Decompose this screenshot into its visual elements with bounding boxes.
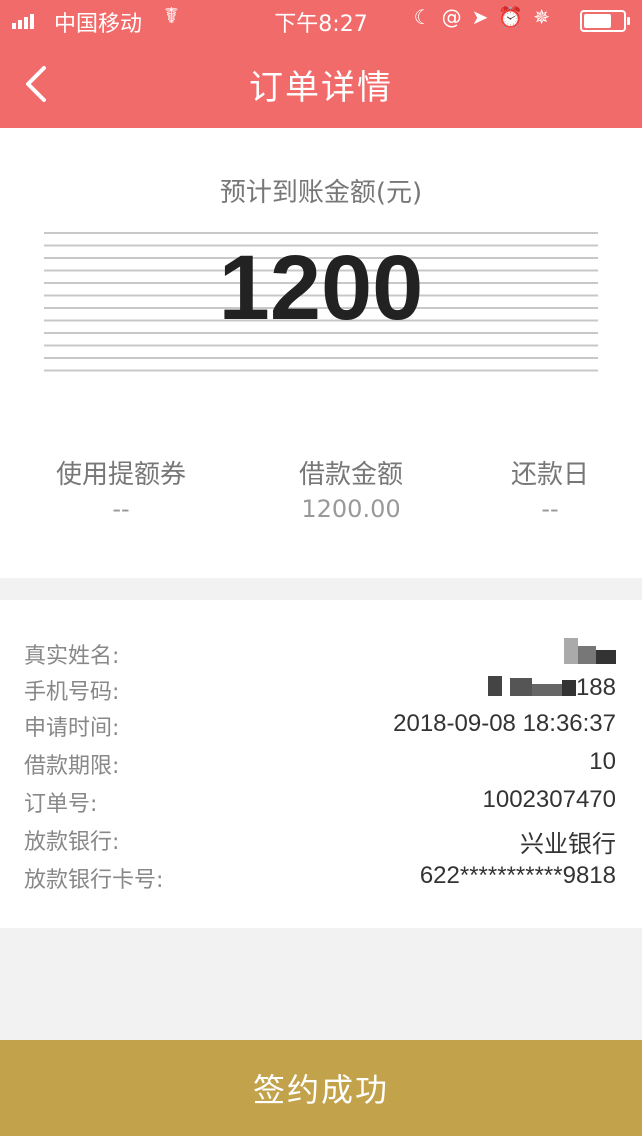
detail-value: 10 — [589, 748, 616, 775]
detail-key: 手机号码: — [24, 680, 120, 705]
phone-visible-digits: 188 — [575, 674, 616, 701]
mosaic-redaction — [487, 675, 576, 703]
detail-key: 申请时间: — [24, 716, 120, 741]
detail-row-order-no: 订单号: 1002307470 — [0, 786, 642, 824]
detail-key: 放款银行卡号: — [24, 868, 164, 893]
alarm-icon: ⏰ — [498, 5, 524, 29]
sign-success-button[interactable]: 签约成功 — [0, 1040, 642, 1136]
battery-level — [584, 14, 611, 28]
detail-row-card-no: 放款银行卡号: 622***********9818 — [0, 862, 642, 900]
expected-amount-label: 预计到账金额(元) — [219, 178, 423, 208]
coupon-info: 使用提额券 -- — [36, 454, 206, 523]
detail-card: 真实姓名: 手机号码: 188 申请时间: 2018-09-08 18:36:3… — [0, 600, 642, 928]
amount-card: 预计到账金额(元) 1200 使用提额券 -- 借款金额 1200.00 还款日… — [0, 128, 642, 578]
battery-icon — [580, 10, 630, 32]
mosaic-redaction — [564, 638, 616, 671]
at-icon: @ — [441, 5, 462, 29]
status-bar: 中国移动 ☤ 下午8:27 ☾ @ ➤ ⏰ ✵ — [0, 0, 642, 42]
detail-key: 放款银行: — [24, 830, 120, 855]
location-icon: ➤ — [471, 5, 489, 29]
repayment-date-value: -- — [541, 495, 559, 523]
loan-amount-value: 1200.00 — [301, 495, 401, 523]
detail-row-term: 借款期限: 10 — [0, 748, 642, 786]
detail-row-phone: 手机号码: 188 — [0, 674, 642, 712]
detail-value: 兴业银行 — [520, 831, 616, 858]
loan-amount-label: 借款金额 — [298, 460, 403, 490]
detail-value: 1002307470 — [482, 786, 616, 813]
detail-key: 真实姓名: — [24, 644, 120, 669]
expected-amount-value: 1200 — [218, 237, 424, 339]
loan-amount-info: 借款金额 1200.00 — [266, 454, 436, 523]
repayment-date-info: 还款日 -- — [480, 454, 620, 523]
page-title: 订单详情 — [249, 68, 393, 108]
detail-row-name: 真实姓名: — [0, 638, 642, 676]
phone-value: 188 — [487, 674, 616, 703]
header: 中国移动 ☤ 下午8:27 ☾ @ ➤ ⏰ ✵ 订单详情 — [0, 0, 642, 128]
detail-key: 订单号: — [24, 792, 98, 817]
name-redacted — [564, 638, 616, 671]
bluetooth-icon: ✵ — [533, 5, 550, 29]
detail-key: 借款期限: — [24, 754, 120, 779]
status-icons: ☾ @ ➤ ⏰ ✵ — [414, 5, 550, 29]
detail-value: 2018-09-08 18:36:37 — [393, 710, 616, 737]
coupon-value: -- — [112, 495, 130, 523]
moon-icon: ☾ — [413, 5, 432, 29]
detail-value: 622***********9818 — [419, 862, 616, 889]
detail-row-bank: 放款银行: 兴业银行 — [0, 824, 642, 862]
detail-row-apply-time: 申请时间: 2018-09-08 18:36:37 — [0, 710, 642, 748]
repayment-date-label: 还款日 — [510, 460, 589, 490]
coupon-label: 使用提额券 — [55, 460, 186, 490]
